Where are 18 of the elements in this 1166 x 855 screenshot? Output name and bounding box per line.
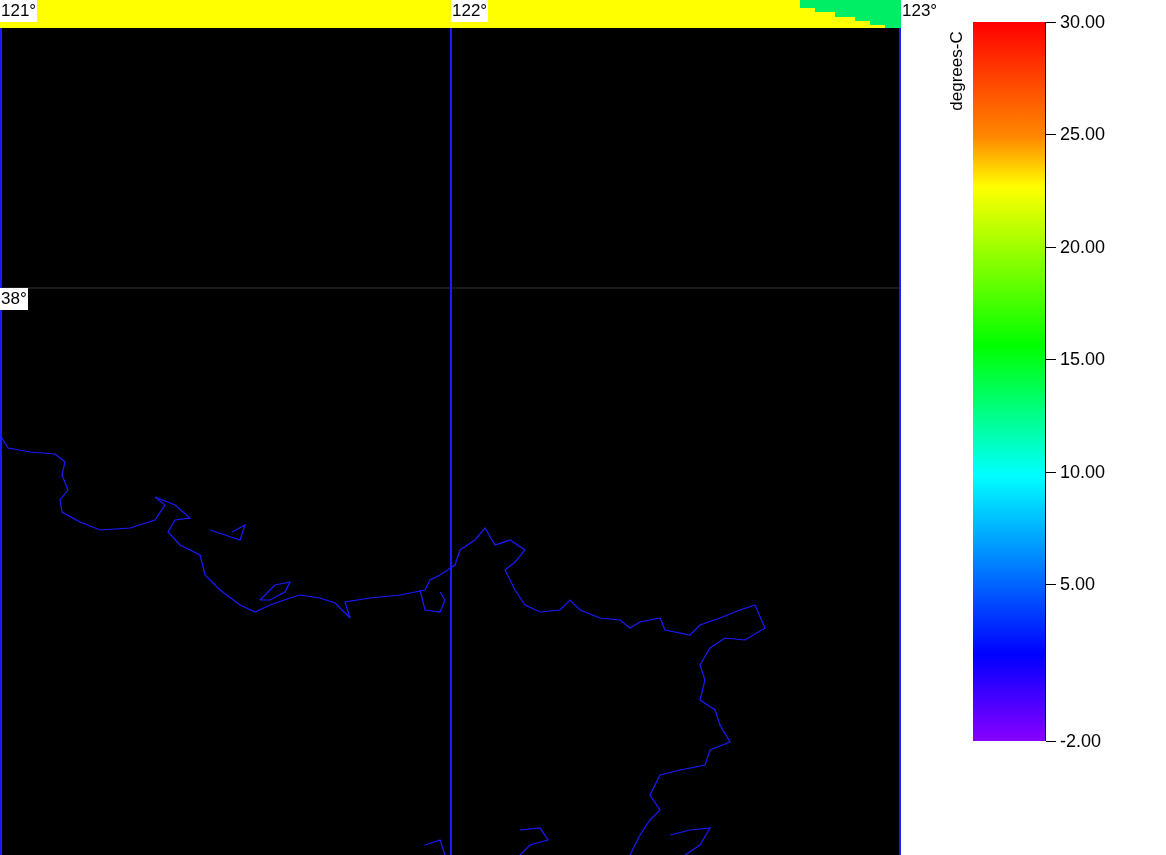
tick-mark <box>1046 21 1056 23</box>
tick-mark <box>1046 471 1056 473</box>
colorbar-tick-label: 25.00 <box>1060 123 1106 145</box>
tick-mark <box>1046 583 1056 585</box>
tick-mark <box>1046 358 1056 360</box>
latitude-label: 38° <box>0 288 28 310</box>
tick-mark <box>1046 246 1056 248</box>
colorbar-unit-label: degrees-C <box>945 31 967 111</box>
colorbar-tick-label: 15.00 <box>1060 348 1106 370</box>
longitude-label: 122° <box>451 0 489 22</box>
colorbar-tick-label: 5.00 <box>1060 573 1096 595</box>
colorbar-tick-label: 10.00 <box>1060 461 1106 483</box>
colorbar-tick-label: 30.00 <box>1060 11 1106 33</box>
longitude-label: 121° <box>0 0 38 22</box>
colorbar-tick-label: 20.00 <box>1060 236 1106 258</box>
tick-mark <box>1046 133 1056 135</box>
colorbar-tick-label: -2.00 <box>1060 730 1102 752</box>
tick-mark <box>1046 740 1056 742</box>
